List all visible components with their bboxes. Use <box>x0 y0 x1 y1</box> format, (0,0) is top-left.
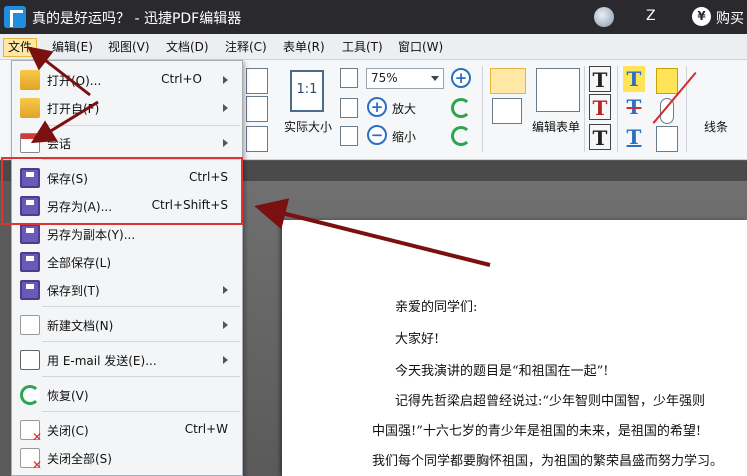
annotation-arrows <box>27 46 491 267</box>
arrow-to-save-as <box>254 198 491 267</box>
arrow-to-save <box>30 100 99 144</box>
arrow-to-file-menu <box>27 46 91 97</box>
